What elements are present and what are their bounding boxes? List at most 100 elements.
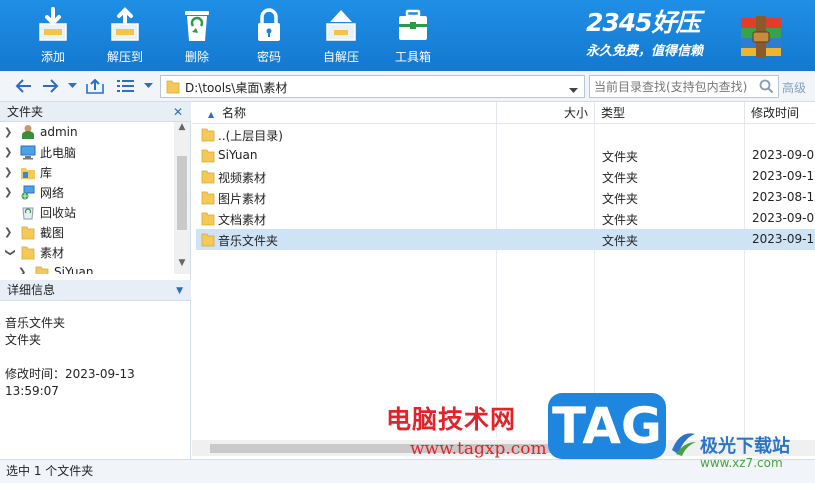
folder-icon xyxy=(34,264,50,274)
address-dropdown-icon[interactable] xyxy=(569,83,578,97)
brand-title: 2345好压 xyxy=(586,8,701,37)
network-icon xyxy=(20,184,36,200)
file-name: 文档素材 xyxy=(218,213,267,227)
column-modified[interactable]: 修改时间 xyxy=(745,102,815,124)
folder-icon xyxy=(166,79,180,97)
view-dropdown-icon[interactable] xyxy=(142,77,154,95)
self-extract-icon xyxy=(321,5,361,45)
address-toolbar: D:\tools\桌面\素材 高级 xyxy=(0,71,815,102)
extract-to-button[interactable]: 解压到 xyxy=(92,0,158,71)
search-box xyxy=(589,75,779,98)
file-type: 文件夹 xyxy=(602,150,639,164)
tree-item-siyuan[interactable]: ❯ SiYuan xyxy=(0,262,174,274)
column-name[interactable]: ▲ 名称 xyxy=(192,102,497,124)
recycle-bin-icon xyxy=(20,204,36,220)
details-modified: 修改时间：2023-09-13 13:59:07 xyxy=(5,367,135,398)
address-field[interactable]: D:\tools\桌面\素材 xyxy=(160,75,585,98)
file-time: 2023-09-19 xyxy=(752,169,815,183)
details-type: 文件夹 xyxy=(5,333,42,347)
add-button-label: 添加 xyxy=(40,50,65,64)
tree-item-label: 回收站 xyxy=(40,205,77,220)
column-type-label: 类型 xyxy=(601,106,626,120)
column-type[interactable]: 类型 xyxy=(595,102,745,124)
recycle-bin-icon xyxy=(177,5,217,45)
sort-up-icon: ▲ xyxy=(208,110,215,119)
file-name: SiYuan xyxy=(218,148,258,162)
column-size[interactable]: 大小 xyxy=(497,102,595,124)
self-extract-button[interactable]: 自解压 xyxy=(308,0,374,71)
scroll-up-icon[interactable]: ▲ xyxy=(174,122,190,138)
file-time: 2023-09-13 xyxy=(752,232,815,246)
chevron-right-icon[interactable]: ❯ xyxy=(4,167,16,178)
history-dropdown-icon[interactable] xyxy=(66,77,78,95)
file-type: 文件夹 xyxy=(602,234,639,248)
tree-item-recycle-bin[interactable]: 回收站 xyxy=(0,202,174,222)
chevron-right-icon[interactable]: ❯ xyxy=(4,187,16,198)
folder-icon xyxy=(201,190,215,208)
table-row[interactable]: 视频素材 文件夹 2023-09-19 xyxy=(196,166,815,187)
tree-item-label: 素材 xyxy=(40,245,65,260)
chevron-right-icon[interactable]: ❯ xyxy=(4,147,16,158)
folder-icon xyxy=(201,169,215,187)
brand: 2345好压 永久免费，值得信赖 xyxy=(586,8,736,59)
password-button[interactable]: 密码 xyxy=(236,0,302,71)
tree-scrollbar[interactable]: ▲ ▼ xyxy=(174,122,190,274)
file-time: 2023-09-07 xyxy=(752,148,815,162)
folder-icon xyxy=(20,224,36,240)
folder-icon xyxy=(201,127,215,145)
file-name: 视频素材 xyxy=(218,171,267,185)
tree-item-this-pc[interactable]: ❯ 此电脑 xyxy=(0,142,174,162)
add-button[interactable]: 添加 xyxy=(20,0,86,71)
chevron-right-icon[interactable]: ❯ xyxy=(18,267,30,275)
table-row[interactable]: ..(上层目录) xyxy=(196,124,815,145)
tree-item-network[interactable]: ❯ 网络 xyxy=(0,182,174,202)
tree-item-label: 截图 xyxy=(40,225,65,240)
watermark-tag-logo: TAG xyxy=(548,393,666,459)
table-row-selected[interactable]: 音乐文件夹 文件夹 2023-09-13 xyxy=(196,229,815,250)
brand-slogan: 永久免费，值得信赖 xyxy=(586,44,704,59)
scroll-thumb[interactable] xyxy=(177,156,187,230)
forward-arrow-icon[interactable] xyxy=(40,77,60,95)
chevron-down-icon[interactable]: ❯ xyxy=(5,246,16,258)
computer-icon xyxy=(20,144,36,160)
search-icon[interactable] xyxy=(759,79,774,97)
user-icon xyxy=(20,124,36,140)
close-icon[interactable]: ✕ xyxy=(173,102,183,122)
main-toolbar: 添加 解压到 删除 密码 自解压 工具箱 2345好压 永久免费，值得信赖 xyxy=(0,0,815,71)
advanced-search-link[interactable]: 高级 xyxy=(782,79,806,96)
folder-pane-title: 文件夹 xyxy=(7,105,44,119)
folder-icon xyxy=(201,148,215,166)
scroll-down-icon[interactable]: ▼ xyxy=(174,258,190,274)
status-text: 选中 1 个文件夹 xyxy=(6,464,94,478)
tree-item-materials[interactable]: ❯ 素材 xyxy=(0,242,174,262)
tree-item-library[interactable]: ❯ 库 xyxy=(0,162,174,182)
file-type: 文件夹 xyxy=(602,171,639,185)
toolbox-button[interactable]: 工具箱 xyxy=(380,0,446,71)
back-arrow-icon[interactable] xyxy=(14,77,34,95)
up-folder-icon[interactable] xyxy=(84,77,106,95)
table-row[interactable]: 图片素材 文件夹 2023-08-16 xyxy=(196,187,815,208)
search-input[interactable] xyxy=(590,76,750,97)
view-list-icon[interactable] xyxy=(115,77,135,95)
table-row[interactable]: SiYuan 文件夹 2023-09-07 xyxy=(196,145,815,166)
details-pane-header[interactable]: 详细信息 ▼ xyxy=(0,280,191,301)
tree-item-admin[interactable]: ❯ admin xyxy=(0,122,174,142)
tree-item-screenshots[interactable]: ❯ 截图 xyxy=(0,222,174,242)
chevron-right-icon[interactable]: ❯ xyxy=(4,127,16,138)
delete-button-label: 删除 xyxy=(184,50,209,64)
delete-button[interactable]: 删除 xyxy=(164,0,230,71)
collapse-icon[interactable]: ▼ xyxy=(176,281,183,301)
details-pane-title: 详细信息 xyxy=(7,283,56,297)
column-size-label: 大小 xyxy=(563,106,588,120)
chevron-right-icon[interactable]: ❯ xyxy=(4,227,16,238)
column-modified-label: 修改时间 xyxy=(751,106,800,120)
address-path: D:\tools\桌面\素材 xyxy=(185,81,288,95)
watermark-partner-url: www.xz7.com xyxy=(700,456,783,470)
table-row[interactable]: 文档素材 文件夹 2023-09-06 xyxy=(196,208,815,229)
password-button-label: 密码 xyxy=(256,50,281,64)
tree-item-label: 网络 xyxy=(40,185,65,200)
tree-item-label: 此电脑 xyxy=(40,145,77,160)
file-type: 文件夹 xyxy=(602,192,639,206)
library-icon xyxy=(20,164,36,180)
watermark-partner-name: 极光下载站 xyxy=(700,436,790,457)
